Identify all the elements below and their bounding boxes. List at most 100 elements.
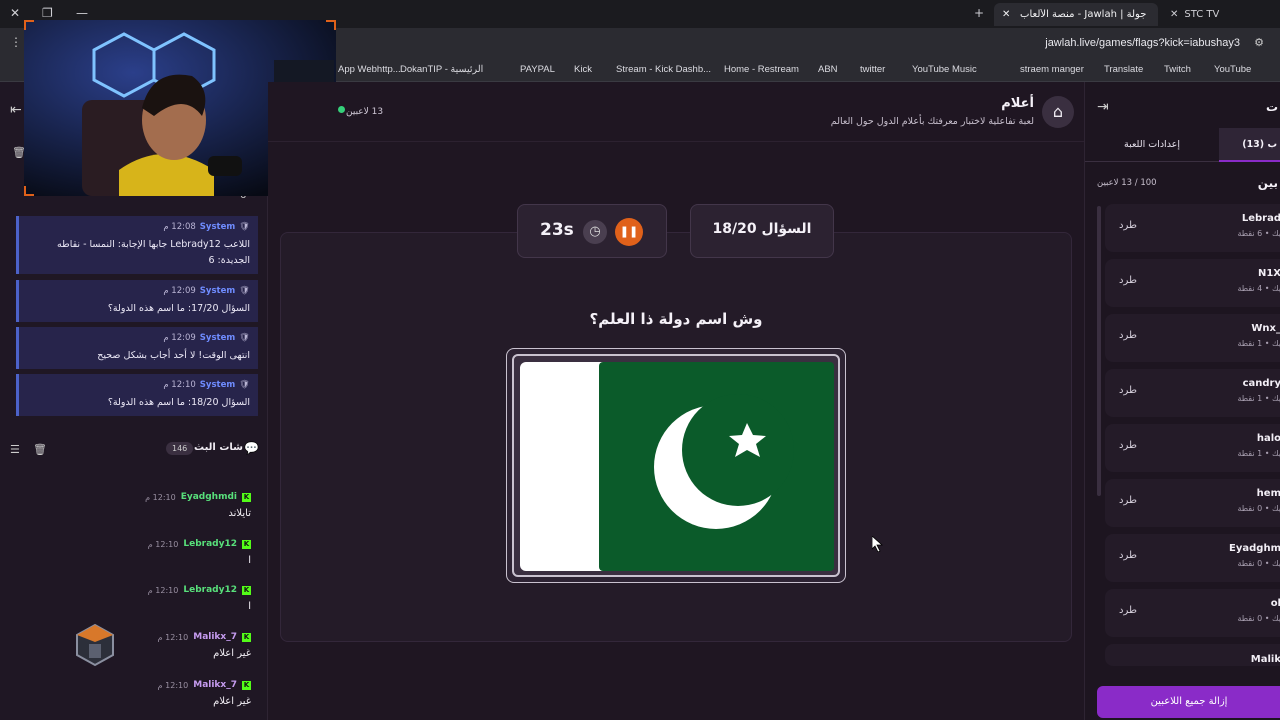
kick-player-button[interactable]: طرد — [1119, 220, 1137, 231]
bookmark-item[interactable]: straem manger — [1020, 64, 1084, 75]
chat-username[interactable]: Lebrady12 — [183, 539, 237, 549]
bookmark-item[interactable]: twitter — [860, 64, 885, 75]
player-score: يك • 1 نقطة — [1237, 394, 1280, 403]
bookmark-item[interactable]: PAYPAL — [520, 64, 555, 75]
remove-all-players-button[interactable]: إزالة جميع اللاعبين — [1097, 686, 1280, 718]
kick-player-button[interactable]: طرد — [1119, 605, 1137, 616]
tab-stctv[interactable]: ✕ STC TV — [1162, 3, 1272, 26]
game-main-area: 13 لاعبين ⌂ أعلام لعبة تفاعلية لاختبار م… — [268, 82, 1084, 720]
bookmark-item[interactable]: YouTube — [1214, 64, 1251, 75]
sender-name: System — [199, 286, 236, 296]
trash-icon[interactable]: 🗑 — [33, 443, 47, 456]
bookmark-item[interactable]: ABN — [818, 64, 838, 75]
flag-frame — [506, 348, 846, 583]
player-row: Malik — [1105, 644, 1280, 666]
kick-player-button[interactable]: طرد — [1119, 385, 1137, 396]
system-message: 🛡 System 12:10 م السؤال 18/20: ما اسم هذه … — [16, 374, 258, 416]
home-icon[interactable]: ⌂ — [1042, 96, 1074, 128]
clock-icon: ◷ — [583, 220, 607, 244]
chat-username[interactable]: Lebrady12 — [183, 585, 237, 595]
kick-player-button[interactable]: طرد — [1119, 275, 1137, 286]
player-score: يك • 1 نقطة — [1237, 449, 1280, 458]
kick-icon: K — [242, 492, 251, 502]
close-tab-icon[interactable]: ✕ — [1170, 9, 1178, 20]
bookmark-item[interactable]: Home - Restream — [724, 64, 799, 75]
scrollbar[interactable] — [1097, 206, 1101, 496]
player-score: يك • 0 نقطة — [1237, 614, 1280, 623]
player-row: طرد halo يك • 1 نقطة — [1105, 424, 1280, 472]
bookmark-item[interactable]: App Webhttp... — [338, 64, 401, 75]
minimize-window-icon[interactable]: — — [76, 6, 88, 20]
collapse-panel-icon[interactable]: ⇥ — [1097, 99, 1109, 115]
sender-name: System — [199, 333, 236, 343]
question-text: وش اسم دولة ذا العلم؟ — [589, 310, 763, 328]
player-name: Wnx_ — [1251, 323, 1280, 334]
chat-bubble-icon: 💬 — [244, 441, 259, 455]
chat-username[interactable]: Eyadghmdi — [181, 492, 237, 502]
close-tab-icon[interactable]: ✕ — [1002, 9, 1010, 20]
player-score: يك • 1 نقطة — [1237, 339, 1280, 348]
bookmark-item[interactable]: Kick — [574, 64, 592, 75]
chat-time: 12:10 م — [147, 539, 179, 549]
tab-game-settings[interactable]: إعدادات اللعبة — [1085, 128, 1219, 162]
chat-text: غير اعلام — [213, 696, 251, 707]
chat-message: K Lebrady12 12:10 م ا — [11, 539, 251, 566]
stream-chat-header: ☰ 🗑 146 شات البث 💬 — [0, 434, 268, 466]
kick-icon: K — [242, 680, 251, 690]
bookmark-item[interactable]: Translate — [1104, 64, 1143, 75]
player-name: ol — [1270, 598, 1280, 609]
player-name: Malik — [1250, 654, 1280, 665]
message-time: 12:09 م — [163, 286, 196, 296]
stream-chat-title: شات البث — [194, 442, 243, 453]
sender-name: System — [199, 380, 236, 390]
player-row: طرد ol يك • 0 نقطة — [1105, 589, 1280, 637]
restore-window-icon[interactable]: ❐ — [42, 6, 53, 20]
pause-button[interactable]: ❚❚ — [615, 218, 643, 246]
kick-player-button[interactable]: طرد — [1119, 550, 1137, 561]
close-window-icon[interactable]: ✕ — [10, 6, 20, 20]
players-header: بين — [1257, 176, 1278, 190]
game-subtitle: لعبة تفاعلية لاختبار معرفتك بأعلام الدول… — [830, 116, 1034, 127]
bookmark-item[interactable]: YouTube Music — [912, 64, 977, 75]
system-message: 🛡 System 12:09 م انتهى الوقت! لا أحد أجاب … — [16, 327, 258, 369]
kick-icon: K — [242, 539, 251, 549]
message-text: انتهى الوقت! لا أحد أجاب بشكل صحيح — [97, 350, 250, 361]
player-score: يك • 0 نقطة — [1237, 504, 1280, 513]
chat-message: K Eyadghmdi 12:10 م تايلاند — [11, 492, 251, 519]
kick-player-button[interactable]: طرد — [1119, 440, 1137, 451]
site-settings-icon[interactable]: ⚙ — [1254, 36, 1264, 49]
player-row: طرد Eyadghm يك • 0 نقطة — [1105, 534, 1280, 582]
bookmark-item[interactable]: Twitch — [1164, 64, 1191, 75]
chat-username[interactable]: Malikx_7 — [193, 680, 237, 690]
kick-player-button[interactable]: طرد — [1119, 495, 1137, 506]
tab-players[interactable]: (13) ب — [1219, 128, 1280, 162]
system-icon: 🛡 — [239, 222, 250, 232]
bookmark-item[interactable]: Stream - Kick Dashb... — [616, 64, 711, 75]
timer-box: 23s ◷ ❚❚ — [517, 204, 667, 258]
chat-time: 12:10 م — [157, 632, 189, 642]
chat-message: K Malikx_7 12:10 م غير اعلام — [11, 632, 251, 659]
panel-tabs: إعدادات اللعبة (13) ب — [1085, 128, 1280, 162]
player-name: hem — [1256, 488, 1280, 499]
menu-dots-icon[interactable]: ⋮ — [10, 35, 22, 49]
player-name: Lebrad — [1241, 213, 1280, 224]
filter-icon[interactable]: ☰ — [10, 443, 20, 456]
chat-text: ا — [248, 555, 251, 566]
channel-logo — [72, 622, 118, 668]
player-name: N1X — [1257, 268, 1280, 279]
new-tab-icon[interactable]: + — [974, 6, 984, 20]
collapse-panel-icon[interactable]: ⇤ — [10, 102, 22, 118]
sender-name: System — [199, 222, 236, 232]
player-row: طرد hem يك • 0 نقطة — [1105, 479, 1280, 527]
players-panel: ⇥ ت إعدادات اللعبة (13) ب بين 100 / 13 ل… — [1084, 82, 1280, 720]
kick-player-button[interactable]: طرد — [1119, 330, 1137, 341]
tab-label: جولة | Jawlah - منصة الألعاب الت... — [1016, 9, 1147, 20]
chat-message: K Lebrady12 12:10 م ا — [11, 585, 251, 612]
tab-jawlah[interactable]: ✕ جولة | Jawlah - منصة الألعاب الت... — [994, 3, 1158, 26]
bookmark-item[interactable]: DokanTIP - الرئيسية — [400, 64, 483, 75]
player-name: Eyadghm — [1229, 543, 1280, 554]
chat-username[interactable]: Malikx_7 — [193, 632, 237, 642]
player-row: طرد candry يك • 1 نقطة — [1105, 369, 1280, 417]
url-field[interactable]: jawlah.live/games/flags?kick=iabushay3 — [1045, 37, 1240, 49]
chat-count-badge: 146 — [166, 442, 194, 455]
